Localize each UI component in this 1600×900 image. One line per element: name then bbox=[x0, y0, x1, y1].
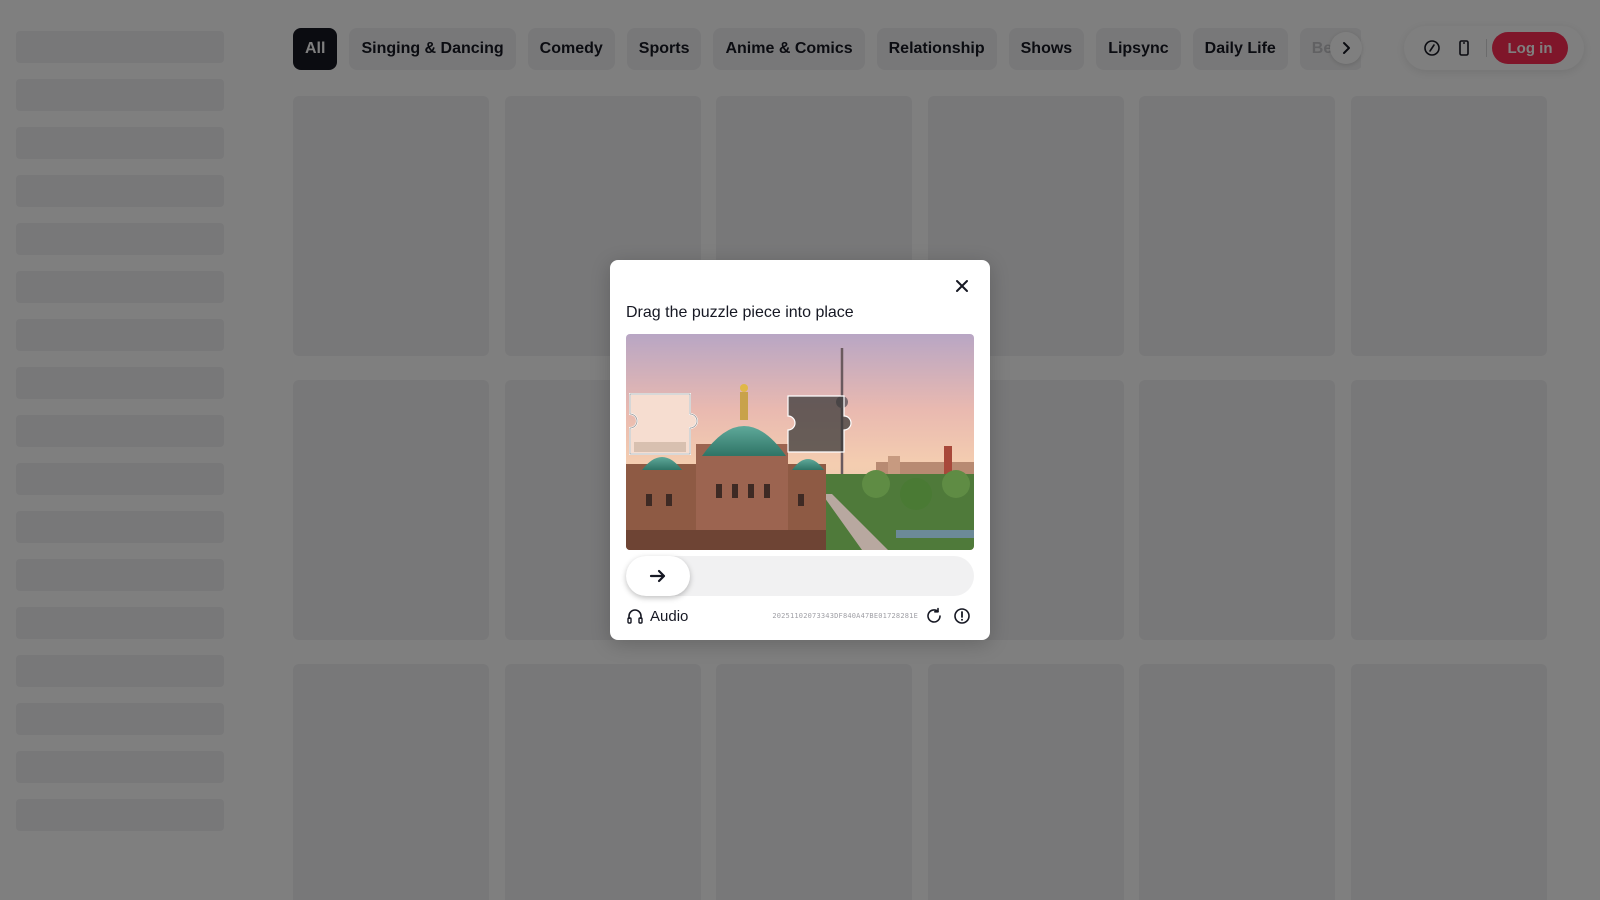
captcha-footer: Audio 20251102073343DF840A47BE01728281E bbox=[626, 604, 974, 628]
puzzle-slot bbox=[787, 395, 852, 453]
slider-track[interactable] bbox=[626, 556, 974, 596]
slider-handle[interactable] bbox=[626, 556, 690, 596]
audio-label: Audio bbox=[650, 607, 689, 625]
captcha-modal: Drag the puzzle piece into place Audio 2… bbox=[610, 260, 990, 640]
report-button[interactable] bbox=[950, 604, 974, 628]
puzzle-image bbox=[626, 334, 974, 550]
arrow-right-icon bbox=[649, 569, 666, 583]
close-icon bbox=[956, 280, 968, 292]
audio-button[interactable]: Audio bbox=[626, 607, 688, 625]
refresh-icon bbox=[927, 607, 941, 623]
close-button[interactable] bbox=[950, 274, 974, 298]
info-icon bbox=[954, 608, 970, 624]
headphones-icon bbox=[627, 609, 643, 624]
refresh-button[interactable] bbox=[922, 604, 946, 628]
captcha-id: 20251102073343DF840A47BE01728281E bbox=[772, 612, 918, 620]
captcha-title: Drag the puzzle piece into place bbox=[626, 304, 854, 321]
puzzle-piece[interactable] bbox=[629, 393, 698, 455]
